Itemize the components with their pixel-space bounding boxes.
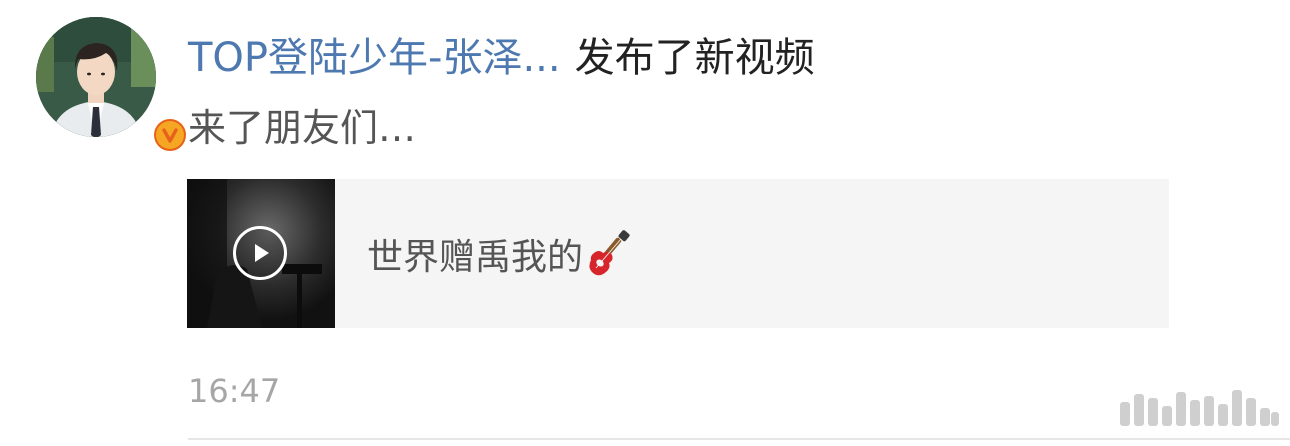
video-card[interactable]: 世界赠禹我的 — [187, 179, 1169, 328]
video-thumbnail[interactable] — [187, 179, 335, 328]
post-timestamp: 16:47 — [188, 372, 281, 410]
username-link[interactable]: TOP登陆少年-张泽... — [188, 25, 561, 83]
divider — [188, 438, 1290, 440]
post-body-text: 来了朋友们… — [188, 106, 417, 150]
play-icon[interactable] — [233, 226, 287, 280]
watermark-icon — [1118, 388, 1282, 428]
video-title: 世界赠禹我的 — [367, 179, 633, 328]
post-header: TOP登陆少年-张泽... 发布了新视频 — [188, 26, 815, 82]
guitar-icon — [585, 229, 633, 278]
avatar-image — [36, 17, 156, 137]
feed-item: TOP登陆少年-张泽... 发布了新视频 来了朋友们… 世界赠禹我的 16:47 — [0, 0, 1290, 446]
post-action-text: 发布了新视频 — [574, 35, 815, 81]
avatar[interactable] — [36, 17, 190, 155]
verified-badge-icon — [150, 115, 190, 155]
video-title-text: 世界赠禹我的 — [367, 236, 584, 278]
